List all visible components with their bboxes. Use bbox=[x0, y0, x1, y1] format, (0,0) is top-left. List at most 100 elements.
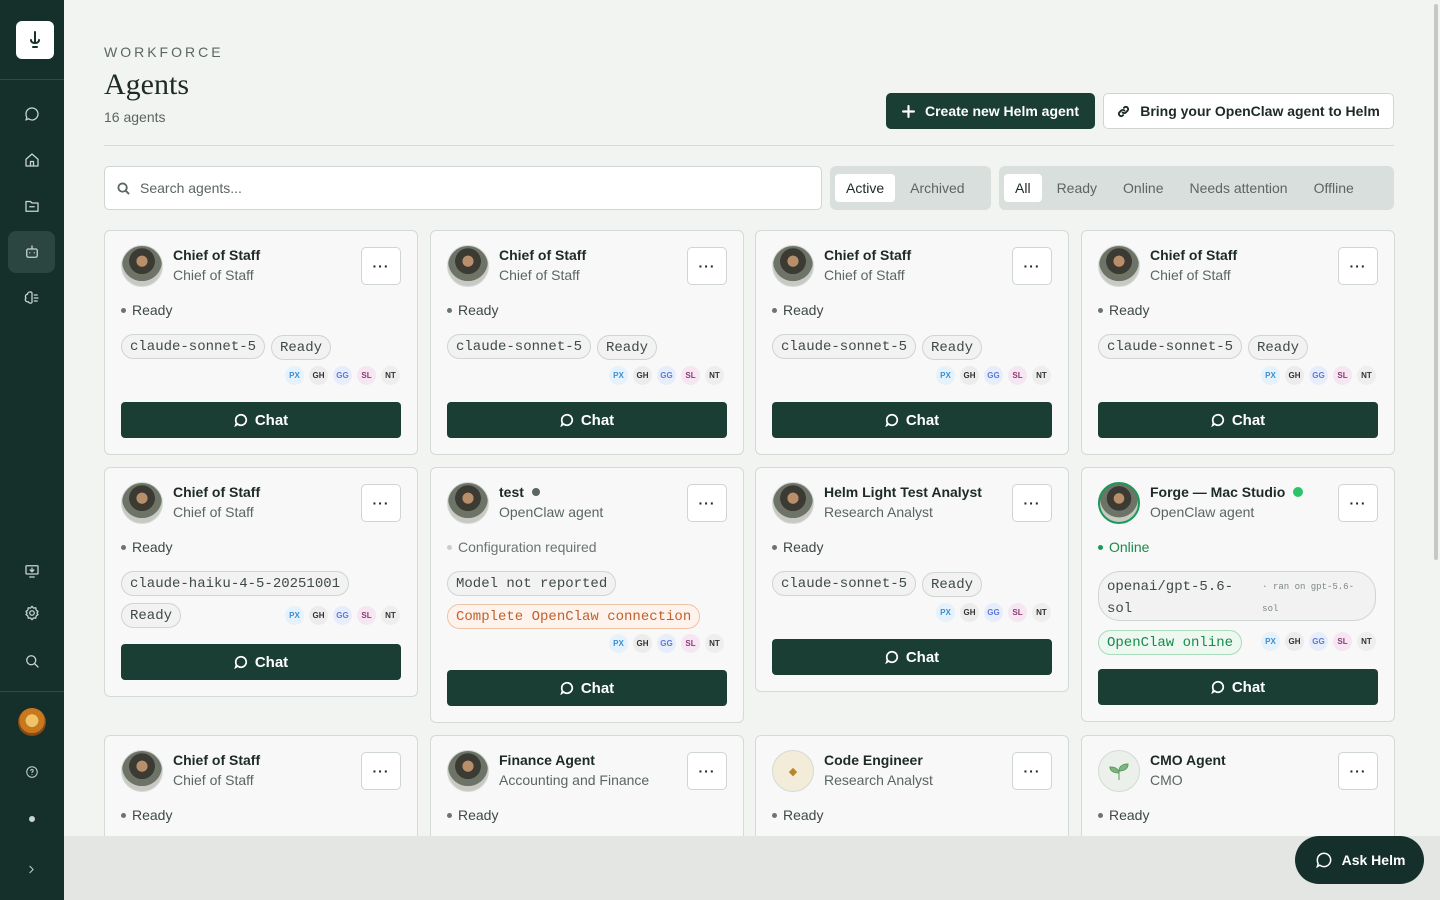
nav-files[interactable] bbox=[8, 185, 55, 227]
agent-status-text: Ready bbox=[458, 302, 499, 318]
nav-settings[interactable] bbox=[8, 592, 55, 634]
model-pill: openai/gpt-5.6-sol · ran on gpt-5.6-sol bbox=[1098, 571, 1376, 621]
search-icon bbox=[25, 655, 39, 668]
bring-agent-button[interactable]: Bring your OpenClaw agent to Helm bbox=[1103, 93, 1394, 129]
nav-search[interactable] bbox=[8, 640, 55, 682]
scrollbar-thumb[interactable] bbox=[1434, 4, 1438, 560]
helm-logo[interactable] bbox=[16, 21, 54, 59]
chat-label: Chat bbox=[254, 653, 289, 671]
state-pill: OpenClaw online bbox=[1098, 630, 1243, 655]
filter-online[interactable]: Online bbox=[1112, 174, 1174, 202]
model-pill: Model not reported bbox=[447, 571, 617, 596]
chat-button[interactable]: Chat bbox=[447, 670, 727, 706]
badge-gh: GH bbox=[633, 366, 652, 385]
nav-desktop[interactable] bbox=[8, 550, 55, 592]
chat-button[interactable]: Chat bbox=[772, 639, 1052, 675]
badge-nt: NT bbox=[1357, 632, 1376, 651]
agent-name-text: Chief of Staff bbox=[824, 247, 912, 263]
agent-name: Chief of Staff bbox=[499, 247, 586, 263]
nav-agents[interactable] bbox=[8, 231, 55, 273]
agent-card: Chief of Staff Chief of Staff ··· Ready … bbox=[1081, 230, 1395, 455]
agent-menu-button[interactable]: ··· bbox=[361, 247, 401, 285]
agent-status: Ready bbox=[447, 807, 498, 823]
filter-all[interactable]: All bbox=[1004, 174, 1042, 202]
agent-card: Finance Agent Accounting and Finance ···… bbox=[430, 735, 744, 836]
agent-menu-button[interactable]: ··· bbox=[1012, 247, 1052, 285]
agent-avatar: ◆ bbox=[772, 750, 814, 792]
page-title: Agents bbox=[104, 68, 189, 101]
chat-button[interactable]: Chat bbox=[1098, 669, 1378, 705]
link-icon bbox=[1118, 105, 1130, 117]
status-dot bbox=[1098, 307, 1103, 313]
search-input[interactable] bbox=[140, 180, 780, 196]
badge-gg: GG bbox=[657, 634, 676, 653]
badge-gg: GG bbox=[1309, 632, 1328, 651]
create-agent-button[interactable]: Create new Helm agent bbox=[886, 93, 1095, 129]
agent-status: Ready bbox=[1098, 302, 1149, 318]
filter-offline[interactable]: Offline bbox=[1303, 174, 1365, 202]
filter-needs-attention[interactable]: Needs attention bbox=[1179, 174, 1299, 202]
nav-knowledge[interactable] bbox=[8, 277, 55, 319]
chat-bubble-icon bbox=[885, 413, 898, 427]
agent-status: Ready bbox=[447, 302, 498, 318]
integration-badges: PX GH GG SL NT bbox=[609, 634, 724, 653]
status-dot bbox=[1098, 812, 1103, 818]
tab-active[interactable]: Active bbox=[835, 174, 896, 202]
agent-role: Chief of Staff bbox=[173, 772, 254, 788]
agent-menu-button[interactable]: ··· bbox=[1012, 752, 1052, 790]
agent-avatar bbox=[447, 482, 489, 524]
agent-card: Chief of Staff Chief of Staff ··· Ready … bbox=[104, 230, 418, 455]
sidebar-expand-button[interactable] bbox=[8, 848, 55, 890]
agent-role: CMO bbox=[1150, 772, 1183, 788]
badge-nt: NT bbox=[1032, 603, 1051, 622]
agent-status: Ready bbox=[1098, 807, 1149, 823]
chat-button[interactable]: Chat bbox=[121, 402, 401, 438]
state-pill: Ready bbox=[922, 572, 983, 597]
agent-status: Ready bbox=[121, 302, 172, 318]
chat-button[interactable]: Chat bbox=[121, 644, 401, 680]
agent-menu-button[interactable]: ··· bbox=[687, 247, 727, 285]
agent-status-text: Ready bbox=[783, 807, 824, 823]
badge-gg: GG bbox=[333, 366, 352, 385]
agent-status-text: Ready bbox=[1109, 302, 1150, 318]
status-dot bbox=[121, 544, 126, 550]
agent-menu-button[interactable]: ··· bbox=[1012, 484, 1052, 522]
nav-home[interactable] bbox=[8, 139, 55, 181]
badge-nt: NT bbox=[381, 606, 400, 625]
agent-menu-button[interactable]: ··· bbox=[1338, 484, 1378, 522]
agent-menu-button[interactable]: ··· bbox=[1338, 247, 1378, 285]
agent-status: Ready bbox=[772, 302, 823, 318]
connection-warning-pill[interactable]: Complete OpenClaw connection bbox=[447, 604, 701, 629]
agent-name: Chief of Staff bbox=[173, 752, 260, 768]
chat-bubble-icon bbox=[1211, 413, 1224, 427]
chat-button[interactable]: Chat bbox=[1098, 402, 1378, 438]
chat-button[interactable]: Chat bbox=[772, 402, 1052, 438]
agent-name: Chief of Staff bbox=[824, 247, 911, 263]
nav-chat[interactable] bbox=[8, 93, 55, 135]
agent-menu-button[interactable]: ··· bbox=[687, 484, 727, 522]
agent-menu-button[interactable]: ··· bbox=[1338, 752, 1378, 790]
filter-ready[interactable]: Ready bbox=[1046, 174, 1108, 202]
tab-archived[interactable]: Archived bbox=[899, 174, 975, 202]
agent-menu-button[interactable]: ··· bbox=[361, 752, 401, 790]
badge-nt: NT bbox=[1032, 366, 1051, 385]
agent-menu-button[interactable]: ··· bbox=[361, 484, 401, 522]
agent-card: CMO Agent CMO ··· Ready bbox=[1081, 735, 1395, 836]
chat-label: Chat bbox=[905, 648, 940, 666]
agent-status-text: Ready bbox=[132, 539, 173, 555]
agent-name: CMO Agent bbox=[1150, 752, 1226, 768]
user-avatar[interactable] bbox=[18, 708, 46, 736]
agent-name: Helm Light Test Analyst bbox=[824, 484, 982, 500]
bottom-strip bbox=[64, 836, 1440, 900]
agent-menu-button[interactable]: ··· bbox=[687, 752, 727, 790]
agent-card: Forge — Mac Studio OpenClaw agent ··· On… bbox=[1081, 467, 1395, 722]
scrollbar[interactable] bbox=[1432, 0, 1440, 560]
ask-helm-button[interactable]: Ask Helm bbox=[1295, 836, 1424, 884]
search-box[interactable] bbox=[104, 166, 822, 210]
agent-role: Research Analyst bbox=[824, 772, 933, 788]
nav-help[interactable] bbox=[8, 751, 55, 793]
agent-name-text: Chief of Staff bbox=[173, 752, 261, 768]
agent-card: test OpenClaw agent ··· Configuration re… bbox=[430, 467, 744, 723]
chat-button[interactable]: Chat bbox=[447, 402, 727, 438]
status-dot bbox=[1098, 544, 1103, 550]
